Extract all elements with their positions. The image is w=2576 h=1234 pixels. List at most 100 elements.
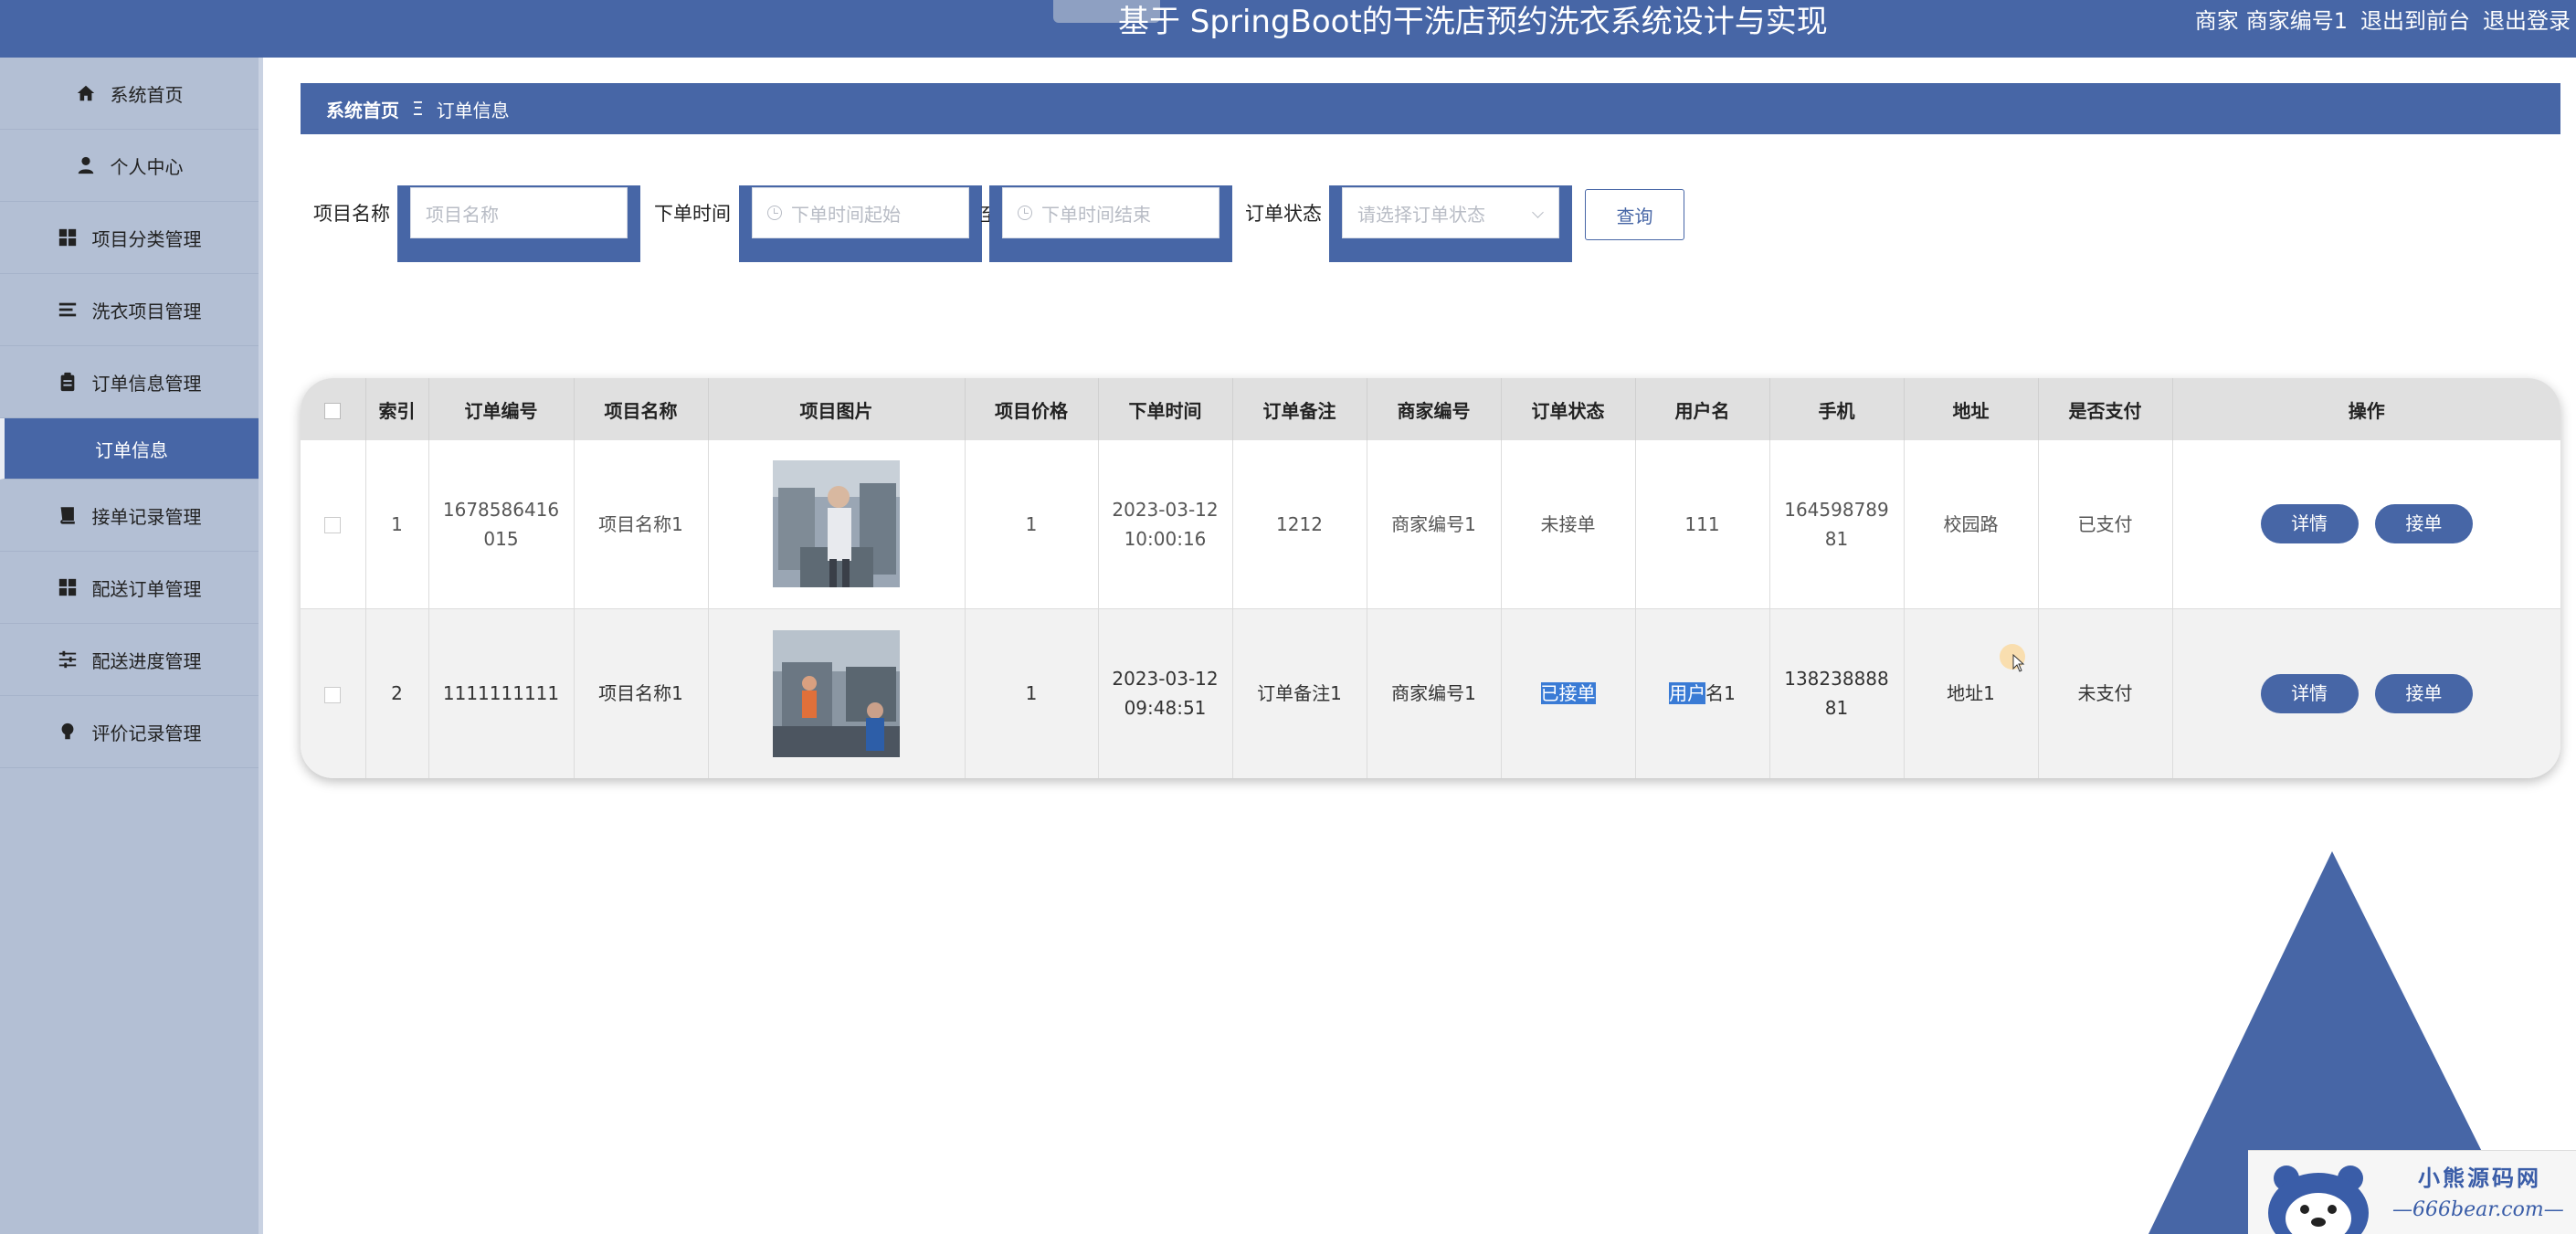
breadcrumb: 系统首页 Ξ 订单信息 xyxy=(301,83,2560,134)
clipboard-icon xyxy=(60,372,74,392)
project-name-label: 项目名称 xyxy=(313,203,390,225)
col-header: 订单备注 xyxy=(1232,378,1367,440)
cell-project: 项目名称1 xyxy=(574,440,709,609)
watermark: 小熊源码网 —666bear.com— xyxy=(2248,1150,2576,1234)
laundry-photo-2 xyxy=(773,629,900,757)
sidebar-item-home[interactable]: 系统首页 xyxy=(0,58,259,130)
status-selected-text: 已接单 xyxy=(1540,682,1596,705)
cell-index: 1 xyxy=(365,440,429,609)
cell-image xyxy=(708,608,966,778)
sidebar-item-accept-records[interactable]: 接单记录管理 xyxy=(0,480,259,552)
cell-actions: 详情 接单 xyxy=(2172,440,2560,609)
col-header: 下单时间 xyxy=(1098,378,1233,440)
cell-project: 项目名称1 xyxy=(574,608,709,778)
project-name-input[interactable]: 项目名称 xyxy=(410,187,628,238)
orders-table: 索引 订单编号 项目名称 项目图片 项目价格 下单时间 订单备注 商家编号 订单… xyxy=(301,378,2560,778)
cell-address: 校园路 xyxy=(1904,440,2039,609)
bear-logo-icon xyxy=(2268,1165,2369,1234)
breadcrumb-home[interactable]: 系统首页 xyxy=(326,96,399,122)
sidebar-item-reviews[interactable]: 评价记录管理 xyxy=(0,696,259,768)
accept-order-button[interactable]: 接单 xyxy=(2374,504,2473,544)
query-button[interactable]: 查询 xyxy=(1585,189,1684,240)
accept-order-button[interactable]: 接单 xyxy=(2374,673,2473,713)
select-all-cell[interactable] xyxy=(301,378,366,440)
mouse-cursor-icon xyxy=(2012,654,2025,672)
cell-paid: 未支付 xyxy=(2038,608,2173,778)
col-header: 项目图片 xyxy=(708,378,966,440)
sidebar-item-label: 项目分类管理 xyxy=(91,227,202,250)
select-all-checkbox[interactable] xyxy=(324,402,342,419)
row-checkbox[interactable] xyxy=(324,517,342,534)
time-text: 2023-03-12 09:48:51 xyxy=(1112,668,1219,720)
sidebar-item-profile[interactable]: 个人中心 xyxy=(0,130,259,202)
sidebar-item-orders[interactable]: 订单信息管理 xyxy=(0,346,259,418)
time-end-placeholder: 下单时间结束 xyxy=(1041,203,1151,226)
phone-text: 13823888881 xyxy=(1784,668,1889,720)
col-header: 商家编号 xyxy=(1367,378,1502,440)
username-selected-text: 用户 xyxy=(1669,682,1706,705)
col-header: 订单编号 xyxy=(428,378,575,440)
cell-time: 2023-03-12 10:00:16 xyxy=(1098,440,1233,609)
cell-index: 2 xyxy=(365,608,429,778)
watermark-title: 小熊源码网 xyxy=(2418,1165,2541,1191)
time-start-placeholder: 下单时间起始 xyxy=(791,203,901,226)
top-bar: 基于 SpringBoot的干洗店预约洗衣系统设计与实现 商家 商家编号1 退出到前… xyxy=(0,0,2576,58)
sidebar-item-label: 评价记录管理 xyxy=(91,722,202,744)
time-text: 2023-03-12 10:00:16 xyxy=(1112,498,1219,550)
sidebar-item-delivery-orders[interactable]: 配送订单管理 xyxy=(0,552,259,624)
table-row: 1 1678586416015 项目名称1 1 2023-03-12 10:00… xyxy=(301,440,2560,609)
row-checkbox[interactable] xyxy=(324,686,342,703)
order-status-select[interactable]: 请选择订单状态 xyxy=(1342,187,1559,238)
cell-paid: 已支付 xyxy=(2038,440,2173,609)
user-name: 商家编号1 xyxy=(2245,8,2348,34)
sidebar-item-label: 个人中心 xyxy=(110,155,184,178)
col-header: 订单状态 xyxy=(1501,378,1636,440)
detail-button[interactable]: 详情 xyxy=(2260,504,2359,544)
col-header: 地址 xyxy=(1904,378,2039,440)
back-to-front-link[interactable]: 退出到前台 xyxy=(2360,8,2470,34)
row-select-cell[interactable] xyxy=(301,608,366,778)
order-status-placeholder: 请选择订单状态 xyxy=(1357,203,1485,226)
logout-link[interactable]: 退出登录 xyxy=(2483,8,2571,34)
watermark-url: —666bear.com— xyxy=(2392,1198,2564,1221)
cell-image xyxy=(708,440,966,609)
cell-merchant: 商家编号1 xyxy=(1367,440,1502,609)
user-area: 商家 商家编号1 退出到前台 退出登录 xyxy=(2182,5,2571,37)
book-icon xyxy=(59,507,75,524)
sidebar-item-label: 系统首页 xyxy=(110,83,184,106)
sidebar-item-category[interactable]: 项目分类管理 xyxy=(0,202,259,274)
cell-time: 2023-03-12 09:48:51 xyxy=(1098,608,1233,778)
sidebar-item-label: 订单信息管理 xyxy=(91,372,202,395)
sidebar-item-laundry[interactable]: 洗衣项目管理 xyxy=(0,274,259,346)
username-rest-text: 名1 xyxy=(1705,682,1736,705)
time-start-input[interactable]: 下单时间起始 xyxy=(752,187,969,238)
sidebar-item-order-info[interactable]: 订单信息 xyxy=(0,418,259,480)
col-header: 项目价格 xyxy=(965,378,1099,440)
col-header: 是否支付 xyxy=(2038,378,2173,440)
cell-order-no: 1678586416015 xyxy=(428,440,575,609)
sidebar-item-delivery-progress[interactable]: 配送进度管理 xyxy=(0,624,259,696)
cell-order-no: 1111111111 xyxy=(428,608,575,778)
sidebar-item-label: 洗衣项目管理 xyxy=(91,300,202,322)
cell-username: 111 xyxy=(1635,440,1770,609)
time-end-input[interactable]: 下单时间结束 xyxy=(1002,187,1219,238)
breadcrumb-current: 订单信息 xyxy=(436,99,510,121)
sidebar-edge xyxy=(259,58,263,1234)
cell-merchant: 商家编号1 xyxy=(1367,608,1502,778)
cell-status: 已接单 xyxy=(1501,608,1636,778)
cell-status: 未接单 xyxy=(1501,440,1636,609)
cell-price: 1 xyxy=(965,608,1099,778)
orders-table-card: 索引 订单编号 项目名称 项目图片 项目价格 下单时间 订单备注 商家编号 订单… xyxy=(301,378,2560,778)
bulb-icon xyxy=(61,722,73,740)
col-header: 用户名 xyxy=(1635,378,1770,440)
sidebar-item-label: 配送进度管理 xyxy=(91,649,202,672)
row-select-cell[interactable] xyxy=(301,440,366,609)
cell-phone: 16459878981 xyxy=(1769,440,1905,609)
sidebar-item-label: 配送订单管理 xyxy=(91,577,202,600)
detail-button[interactable]: 详情 xyxy=(2260,673,2359,713)
user-icon xyxy=(78,156,93,174)
home-icon xyxy=(77,85,94,101)
grid-icon xyxy=(58,228,76,247)
order-no-text: 1678586416015 xyxy=(442,498,560,550)
phone-text: 16459878981 xyxy=(1784,498,1889,550)
